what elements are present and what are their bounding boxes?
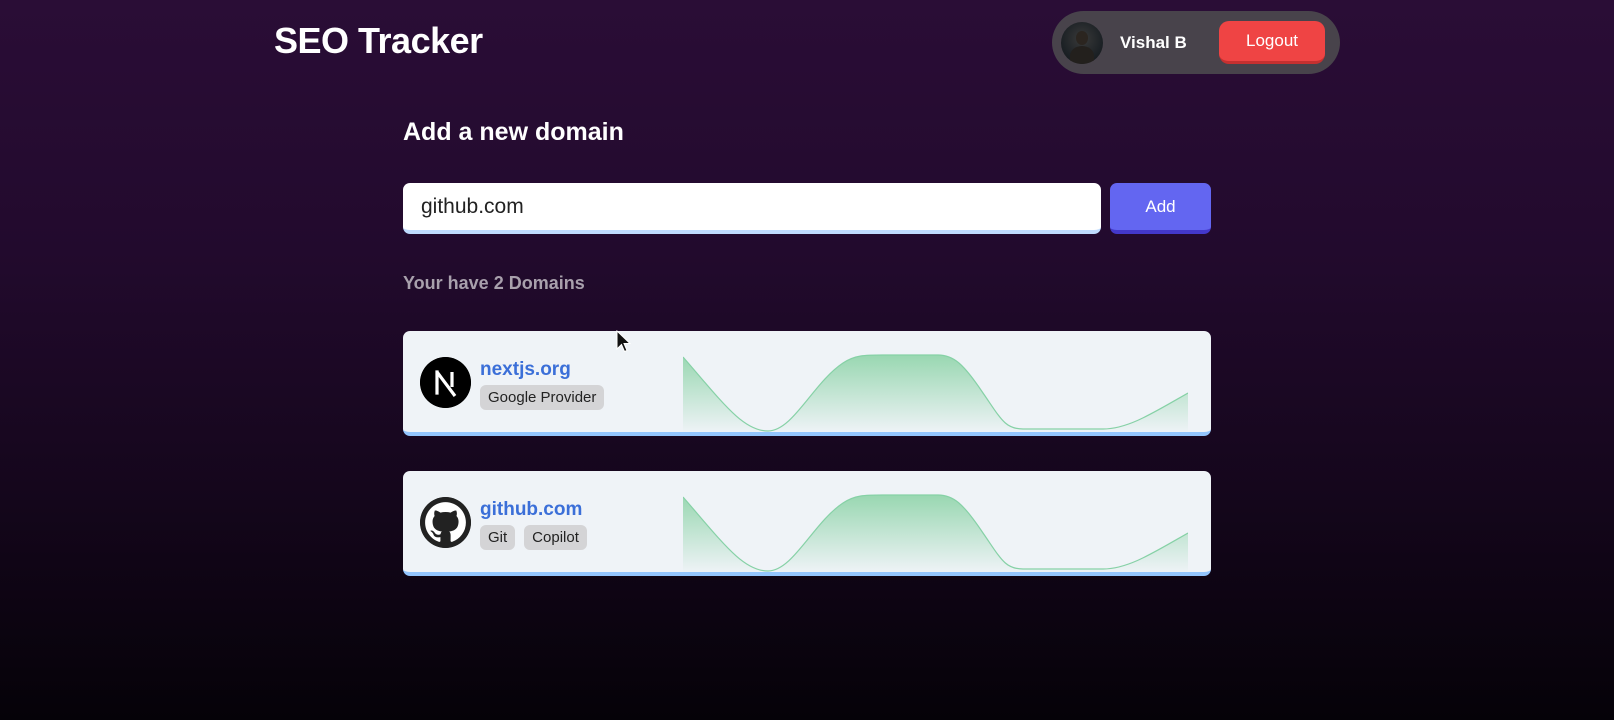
domain-link[interactable]: nextjs.org	[480, 359, 571, 381]
domain-card[interactable]: github.com Git Copilot	[403, 471, 1211, 576]
github-logo-icon	[420, 497, 471, 548]
add-domain-heading: Add a new domain	[403, 118, 624, 146]
domain-tags: Google Provider	[480, 385, 605, 410]
mouse-cursor-icon	[616, 330, 632, 353]
domains-count: Your have 2 Domains	[403, 273, 585, 293]
domain-card[interactable]: nextjs.org Google Provider	[403, 331, 1211, 436]
add-domain-button[interactable]: Add	[1110, 183, 1211, 234]
user-menu: Vishal B Logout	[1052, 11, 1340, 74]
domain-tag: Google Provider	[480, 385, 605, 410]
app-title: SEO Tracker	[274, 20, 483, 61]
domain-input[interactable]	[403, 183, 1101, 234]
domain-tag: Copilot	[524, 525, 587, 550]
domain-tags: Git Copilot	[480, 525, 587, 550]
trend-sparkline	[683, 494, 1188, 573]
trend-sparkline	[683, 354, 1188, 433]
domain-tag: Git	[480, 525, 516, 550]
user-avatar	[1061, 21, 1103, 64]
logout-button[interactable]: Logout	[1219, 21, 1325, 64]
nextjs-logo-icon	[420, 357, 471, 408]
domain-link[interactable]: github.com	[480, 499, 582, 521]
user-name: Vishal B	[1120, 32, 1187, 52]
